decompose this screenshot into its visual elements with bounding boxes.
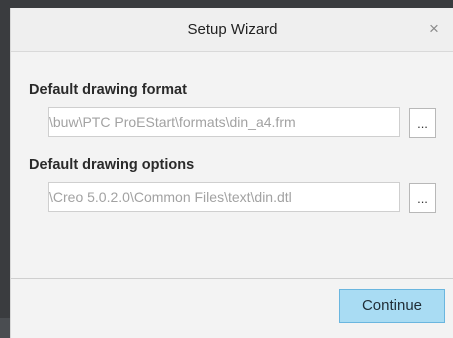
format-path-value: \buw\PTC ProEStart\formats\din_a4.frm: [49, 114, 296, 130]
dialog-title: Setup Wizard: [187, 21, 278, 38]
options-browse-button[interactable]: ...: [409, 183, 436, 213]
format-browse-button[interactable]: ...: [409, 108, 436, 138]
format-label: Default drawing format: [29, 82, 187, 98]
options-path-field[interactable]: \Creo 5.0.2.0\Common Files\text\din.dtl: [48, 182, 400, 212]
format-path-field[interactable]: \buw\PTC ProEStart\formats\din_a4.frm: [48, 107, 400, 137]
close-icon[interactable]: ×: [423, 18, 445, 40]
dialog-footer: Continue: [11, 279, 453, 338]
background-edge: [0, 318, 10, 338]
options-path-value: \Creo 5.0.2.0\Common Files\text\din.dtl: [49, 189, 292, 205]
title-bar: Setup Wizard ×: [11, 8, 453, 52]
dialog-body: Default drawing format \buw\PTC ProEStar…: [11, 52, 453, 278]
setup-wizard-dialog: Setup Wizard × Default drawing format \b…: [10, 8, 453, 338]
continue-button[interactable]: Continue: [339, 289, 445, 323]
options-label: Default drawing options: [29, 157, 195, 173]
